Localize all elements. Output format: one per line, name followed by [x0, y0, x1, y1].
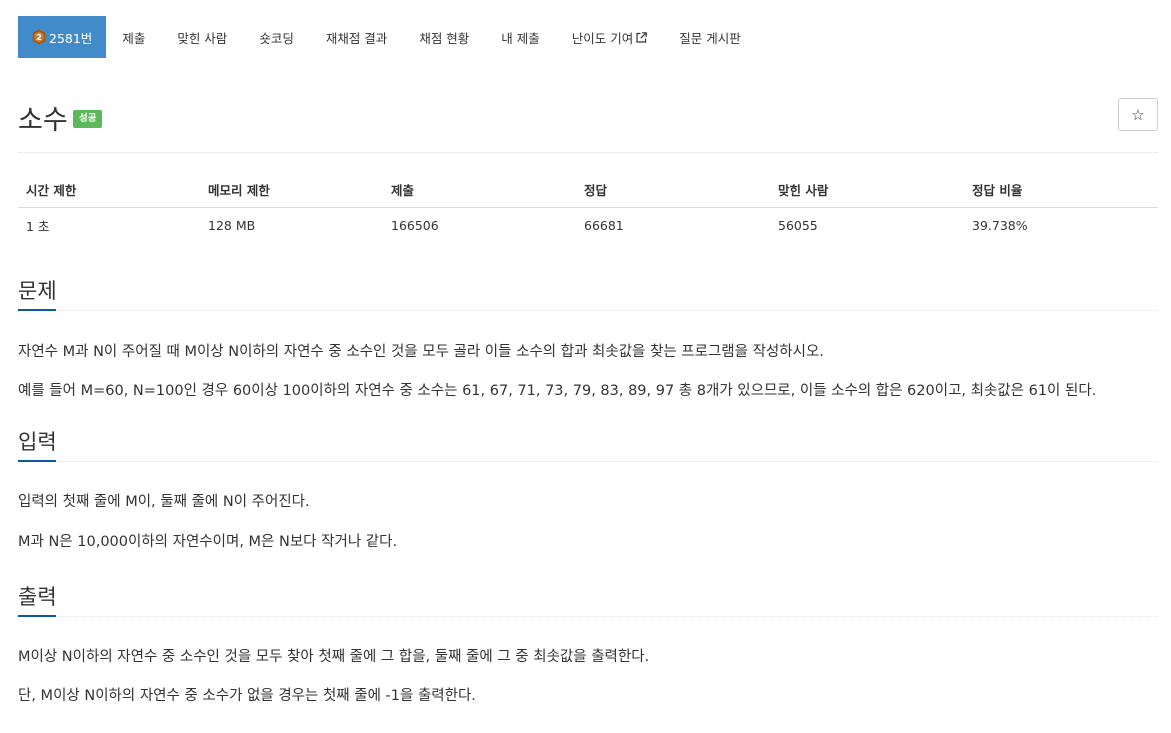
header-solvers: 맞힌 사람: [770, 172, 964, 208]
input-paragraph: M과 N은 10,000이하의 자연수이며, M은 N보다 작거나 같다.: [18, 534, 398, 550]
tab-rejudge[interactable]: 재채점 결과: [310, 16, 403, 58]
svg-text:2: 2: [36, 33, 42, 42]
header-memory-limit: 메모리 제한: [200, 172, 383, 208]
problem-output-section: 출력 M이상 N이하의 자연수 중 소수인 것을 모두 찾아 첫째 줄에 그 합…: [18, 582, 1158, 706]
problem-info-table: 시간 제한 메모리 제한 제출 정답 맞힌 사람 정답 비율 1 초 128 M…: [18, 172, 1158, 243]
input-paragraph: 입력의 첫째 줄에 M이, 둘째 줄에 N이 주어진다.: [18, 494, 310, 510]
output-paragraph: M이상 N이하의 자연수 중 소수인 것을 모두 찾아 첫째 줄에 그 합을, …: [18, 649, 650, 665]
section-divider: [18, 460, 1158, 462]
tab-solvers[interactable]: 맞힌 사람: [161, 16, 243, 58]
section-divider: [18, 615, 1158, 617]
solvers-value: 56055: [778, 217, 818, 233]
tab-submit[interactable]: 제출: [106, 16, 161, 58]
description-paragraph: 예를 들어 M=60, N=100인 경우 60이상 100이하의 자연수 중 …: [18, 383, 1097, 399]
submissions-value: 166506: [391, 217, 439, 233]
bronze-tier-icon: 2: [32, 29, 46, 45]
accepted-value: 66681: [584, 217, 624, 233]
star-icon: ☆: [1131, 106, 1145, 124]
status-badge: 성공: [73, 110, 103, 128]
problem-header: 소수 성공 ☆: [18, 98, 1158, 138]
memory-limit-value: 128 MB: [208, 217, 256, 233]
header-submissions: 제출: [383, 172, 576, 208]
tab-problem-label: 2581번: [49, 30, 93, 46]
accept-ratio-value: 39.738%: [972, 217, 1028, 233]
description-paragraph: 자연수 M과 N이 주어질 때 M이상 N이하의 자연수 중 소수인 것을 모두…: [18, 344, 824, 360]
header-accepted: 정답: [576, 172, 770, 208]
problem-menu-tabs: 2 2581번 제출 맞힌 사람 숏코딩 재채점 결과 채점 현황 내 제출 난…: [18, 16, 757, 58]
tab-difficulty[interactable]: 난이도 기여: [556, 16, 663, 58]
section-title-description: 문제: [18, 279, 57, 303]
header-accept-ratio: 정답 비율: [964, 172, 1158, 208]
tab-my-submit[interactable]: 내 제출: [485, 16, 555, 58]
section-divider: [18, 309, 1158, 311]
tab-problem[interactable]: 2 2581번: [18, 16, 107, 58]
tab-status[interactable]: 채점 현황: [403, 16, 485, 58]
tab-short-coding[interactable]: 숏코딩: [243, 16, 310, 58]
output-paragraph: 단, M이상 N이하의 자연수 중 소수가 없을 경우는 첫째 줄에 -1을 출…: [18, 688, 476, 704]
external-link-icon: [636, 31, 648, 43]
section-title-output: 출력: [18, 585, 57, 609]
problem-input-section: 입력 입력의 첫째 줄에 M이, 둘째 줄에 N이 주어진다. M과 N은 10…: [18, 427, 1158, 552]
table-header-row: 시간 제한 메모리 제한 제출 정답 맞힌 사람 정답 비율: [18, 172, 1158, 208]
header-divider: [18, 152, 1158, 153]
star-button[interactable]: ☆: [1118, 98, 1158, 131]
tab-difficulty-label: 난이도 기여: [571, 30, 634, 46]
section-title-input: 입력: [18, 430, 57, 454]
table-row: 1 초 128 MB 166506 66681 56055 39.738%: [18, 207, 1158, 243]
tab-question-board[interactable]: 질문 게시판: [663, 16, 756, 58]
time-limit-value: 1 초: [26, 218, 50, 234]
problem-description-section: 문제 자연수 M과 N이 주어질 때 M이상 N이하의 자연수 중 소수인 것을…: [18, 276, 1158, 401]
page-title: 소수: [18, 105, 68, 136]
header-time-limit: 시간 제한: [18, 172, 200, 208]
